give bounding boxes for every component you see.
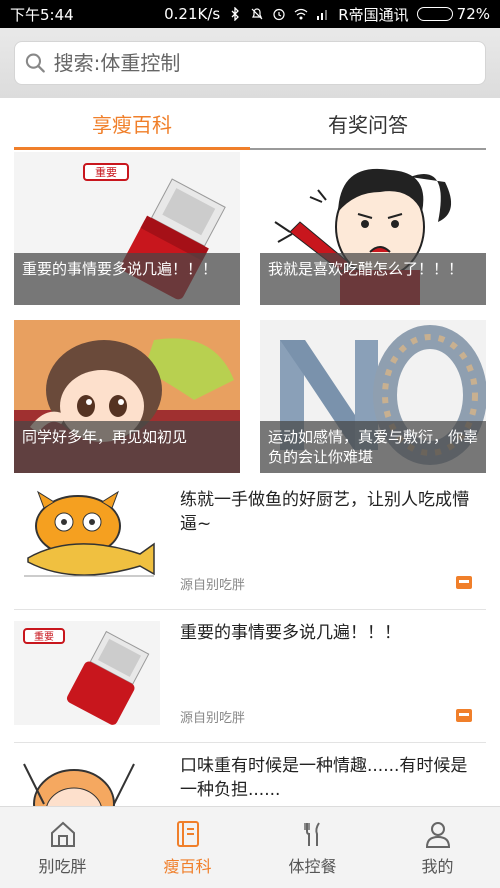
card-caption: 同学好多年，再见如初见 xyxy=(14,421,240,473)
battery-indicator: 72% xyxy=(416,5,490,23)
stamp-label: 重要 xyxy=(95,165,117,179)
card-caption: 运动如感情，真爱与敷衍，你辜负的会让你难堪 xyxy=(260,421,486,473)
nav-item-encyclopedia[interactable]: 瘦百科 xyxy=(125,807,250,888)
status-time: 下午5:44 xyxy=(10,5,74,24)
bluetooth-icon xyxy=(231,7,240,21)
search-input[interactable] xyxy=(53,51,475,75)
carrier-name: R帝国通讯 xyxy=(338,5,409,24)
grid-card[interactable]: 运动如感情，真爱与敷衍，你辜负的会让你难堪 xyxy=(260,320,486,473)
grid-card[interactable]: 同学好多年，再见如初见 xyxy=(14,320,240,473)
battery-percent: 72% xyxy=(456,5,490,23)
alarm-icon xyxy=(273,8,285,21)
video-badge-icon xyxy=(456,576,472,589)
utensils-icon xyxy=(303,821,320,846)
list-item-title: 练就一手做鱼的好厨艺，让别人吃成懵逼~ xyxy=(180,490,469,534)
search-box[interactable] xyxy=(14,41,486,85)
nav-item-profile[interactable]: 我的 xyxy=(375,807,500,888)
stamp-label: 重要 xyxy=(34,630,54,643)
user-icon xyxy=(425,821,450,848)
list-item-title: 重要的事情要多说几遍！！！ xyxy=(180,623,401,643)
red-stamp-image: 重要 xyxy=(14,621,160,725)
signal-icon xyxy=(317,10,328,20)
list-item-source: 源自别吃胖 xyxy=(180,711,246,726)
video-badge-icon xyxy=(456,709,472,722)
mute-bell-icon xyxy=(251,8,263,20)
list-item-title: 口味重有时候是一种情趣......有时候是一种负担...... xyxy=(180,756,468,800)
wifi-icon xyxy=(294,8,308,20)
card-caption: 重要的事情要多说几遍！！！ xyxy=(14,253,240,305)
list-item[interactable]: 练就一手做鱼的好厨艺，让别人吃成懵逼~ 源自别吃胖 xyxy=(14,478,486,610)
net-speed: 0.21K/s xyxy=(164,5,221,23)
nav-label: 我的 xyxy=(421,856,454,876)
nav-item-home[interactable]: 别吃胖 xyxy=(0,807,125,888)
status-bar: 下午5:44 0.21K/s R帝国通讯 72% xyxy=(0,0,500,28)
nav-item-diet-meals[interactable]: 体控餐 xyxy=(250,807,375,888)
tab-bar: 享瘦百科 有奖问答 xyxy=(14,98,486,150)
list-item-source: 源自别吃胖 xyxy=(180,578,246,593)
nav-label: 体控餐 xyxy=(288,856,337,876)
battery-icon xyxy=(416,7,453,21)
cartoon-cat-fish-image xyxy=(14,488,160,592)
tab-quiz[interactable]: 有奖问答 xyxy=(250,98,486,148)
list-item-thumbnail xyxy=(14,488,160,592)
grid-card[interactable]: 重要 重要的事情要多说几遍！！！ xyxy=(14,152,240,305)
search-bar-area xyxy=(0,28,500,98)
grid-card[interactable]: 我就是喜欢吃醋怎么了！！！ xyxy=(260,152,486,305)
card-caption: 我就是喜欢吃醋怎么了！！！ xyxy=(260,253,486,305)
tab-slim-encyclopedia[interactable]: 享瘦百科 xyxy=(14,98,250,150)
home-icon xyxy=(50,821,75,847)
nav-label: 别吃胖 xyxy=(38,856,87,876)
list-item-thumbnail: 重要 xyxy=(14,621,160,725)
list-item[interactable]: 重要 重要的事情要多说几遍！！！ 源自别吃胖 xyxy=(14,611,486,743)
bottom-navigation: 别吃胖 瘦百科 体控餐 我的 xyxy=(0,806,500,888)
search-icon xyxy=(25,53,45,73)
book-icon xyxy=(176,820,199,847)
nav-label: 瘦百科 xyxy=(163,856,212,876)
